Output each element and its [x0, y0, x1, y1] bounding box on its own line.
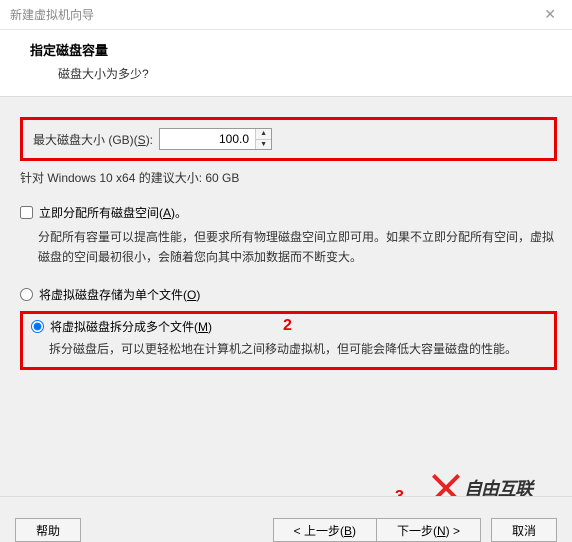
- cancel-button[interactable]: 取消: [491, 518, 557, 542]
- spinner-up-icon[interactable]: ▲: [256, 129, 271, 140]
- back-button[interactable]: < 上一步(B): [273, 518, 377, 542]
- close-icon[interactable]: ✕: [538, 6, 562, 23]
- content-area: 1 最大磁盘大小 (GB)(S): ▲ ▼ 针对 Windows 10 x64 …: [0, 97, 572, 370]
- page-title: 指定磁盘容量: [30, 40, 552, 59]
- allocate-now-label[interactable]: 立即分配所有磁盘空间(A)。: [39, 204, 187, 221]
- allocate-now-checkbox[interactable]: [20, 206, 33, 219]
- page-subtitle: 磁盘大小为多少?: [30, 65, 552, 82]
- help-button[interactable]: 帮助: [15, 518, 81, 542]
- disk-size-row: 最大磁盘大小 (GB)(S): ▲ ▼: [33, 128, 544, 150]
- store-split-label[interactable]: 将虚拟磁盘拆分成多个文件(M): [50, 318, 212, 335]
- disk-size-stepper[interactable]: ▲ ▼: [159, 128, 272, 150]
- store-single-row: 将虚拟磁盘存储为单个文件(O): [20, 286, 557, 303]
- allocate-now-desc: 分配所有容量可以提高性能，但要求所有物理磁盘空间立即可用。如果不立即分配所有空间…: [20, 227, 557, 268]
- annotation-box-2: 2 将虚拟磁盘拆分成多个文件(M) 拆分磁盘后，可以更轻松地在计算机之间移动虚拟…: [20, 311, 557, 370]
- store-single-label[interactable]: 将虚拟磁盘存储为单个文件(O): [39, 286, 200, 303]
- next-button[interactable]: 下一步(N) >: [376, 518, 481, 542]
- spinner-buttons: ▲ ▼: [255, 129, 271, 149]
- recommended-size-text: 针对 Windows 10 x64 的建议大小: 60 GB: [20, 169, 557, 186]
- spinner-down-icon[interactable]: ▼: [256, 140, 271, 150]
- disk-size-label: 最大磁盘大小 (GB)(S):: [33, 131, 153, 148]
- annotation-marker-2: 2: [283, 317, 292, 335]
- disk-size-input[interactable]: [160, 129, 255, 149]
- wizard-header: 指定磁盘容量 磁盘大小为多少?: [0, 30, 572, 97]
- allocate-now-row: 立即分配所有磁盘空间(A)。: [20, 204, 557, 221]
- nav-button-group: < 上一步(B) 下一步(N) >: [274, 512, 481, 536]
- footer: 帮助 < 上一步(B) 下一步(N) > 取消: [0, 496, 572, 536]
- titlebar: 新建虚拟机向导 ✕: [0, 0, 572, 30]
- store-single-radio[interactable]: [20, 288, 33, 301]
- annotation-box-1: 1 最大磁盘大小 (GB)(S): ▲ ▼: [20, 117, 557, 161]
- window-title: 新建虚拟机向导: [10, 6, 538, 23]
- store-split-desc: 拆分磁盘后，可以更轻松地在计算机之间移动虚拟机，但可能会降低大容量磁盘的性能。: [31, 339, 546, 359]
- store-split-radio[interactable]: [31, 320, 44, 333]
